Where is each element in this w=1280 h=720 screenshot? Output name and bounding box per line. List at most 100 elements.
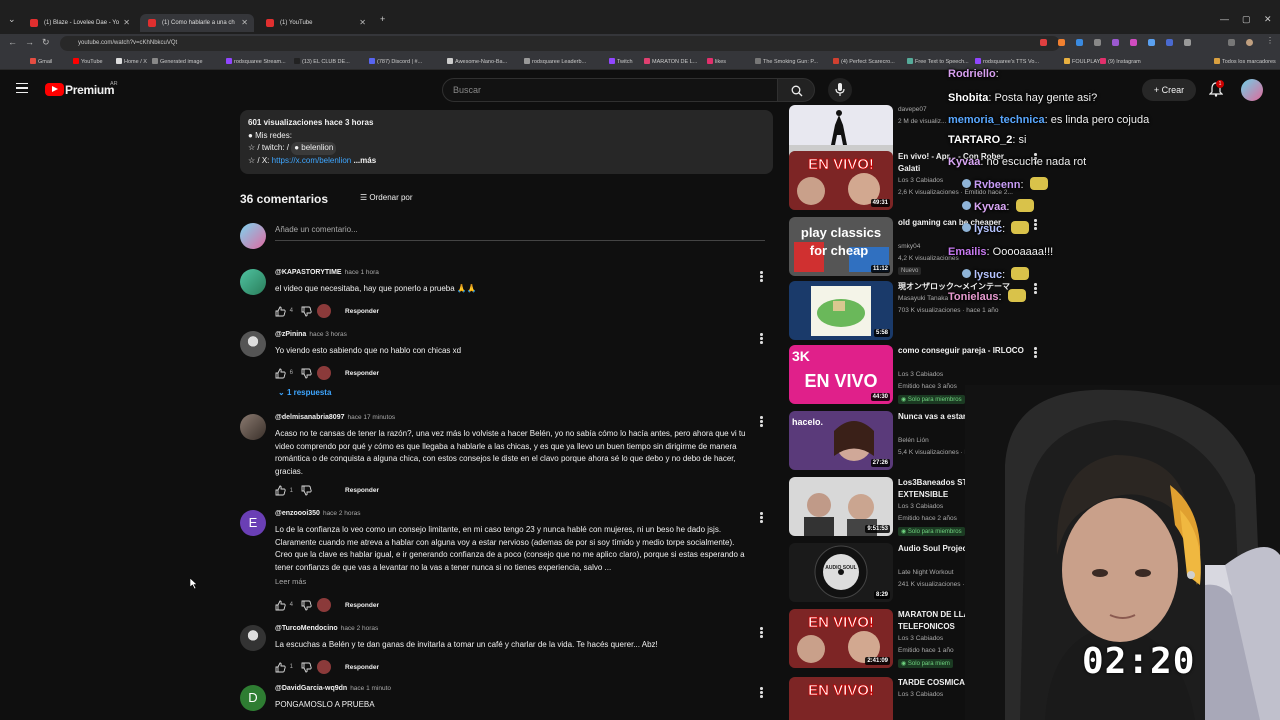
comment-author[interactable]: @enzoooi350	[275, 510, 320, 517]
bookmark-item[interactable]: likes	[707, 58, 726, 65]
bookmark-item[interactable]: Awesome-Nano-Ba...	[447, 58, 507, 65]
voice-search-button[interactable]	[828, 78, 852, 102]
comment-time[interactable]: hace 1 minuto	[350, 685, 391, 692]
bookmark-item[interactable]: rodsquaree Stream...	[226, 58, 286, 65]
show-more-link[interactable]: ...más	[353, 156, 376, 165]
comment-author[interactable]: @TurcoMendocino	[275, 625, 338, 632]
video-description[interactable]: 601 visualizaciones hace 3 horas ● Mis r…	[240, 110, 773, 174]
comment-avatar[interactable]	[240, 331, 266, 357]
maximize-icon[interactable]: ▢	[1242, 14, 1251, 25]
bookmark-item[interactable]: (787) Discord | #...	[369, 58, 422, 65]
video-thumbnail[interactable]: hacelo. 27:26	[789, 411, 893, 470]
bookmark-item[interactable]: (9) Instagram	[1100, 58, 1141, 65]
youtube-logo-icon[interactable]	[45, 83, 64, 96]
comment-time[interactable]: hace 2 horas	[341, 625, 379, 632]
bookmark-item[interactable]: (4) Perfect Scarecro...	[833, 58, 895, 65]
menu-hamburger-icon[interactable]	[16, 83, 28, 93]
comment-more-icon[interactable]	[760, 416, 763, 427]
bookmark-item[interactable]: Twitch	[609, 58, 633, 65]
new-tab-icon[interactable]: +	[380, 14, 385, 24]
sort-button[interactable]: ☰ Ordenar por	[355, 190, 418, 205]
bookmark-item[interactable]: Todos los marcadores	[1214, 58, 1276, 65]
comment-avatar[interactable]	[240, 414, 266, 440]
bookmark-item[interactable]: Generated image	[152, 58, 203, 65]
bookmark-item[interactable]: rodsquaree Leaderb...	[524, 58, 586, 65]
browser-tab-active[interactable]: (1) Como hablarle a una ch ✕	[140, 14, 254, 32]
dislike-icon[interactable]	[301, 600, 312, 611]
bookmark-item[interactable]: MARATON DE L...	[644, 58, 697, 65]
menu-icon[interactable]: ⋮	[1266, 36, 1274, 45]
back-icon[interactable]: ←	[8, 37, 17, 47]
replies-toggle[interactable]: ⌄ 1 respuesta	[278, 388, 331, 397]
comment-avatar[interactable]	[240, 625, 266, 651]
bookmark-item[interactable]: The Smoking Gun: P...	[755, 58, 818, 65]
dislike-icon[interactable]	[301, 662, 312, 673]
x-link[interactable]: https://x.com/belenlion	[272, 156, 352, 165]
video-more-icon[interactable]	[1034, 219, 1037, 231]
extension-icon[interactable]	[1148, 39, 1155, 46]
close-tab-icon[interactable]: ✕	[123, 14, 130, 32]
video-more-icon[interactable]	[1034, 283, 1037, 295]
forward-icon[interactable]: →	[25, 37, 34, 47]
comment-more-icon[interactable]	[760, 627, 763, 638]
video-thumbnail[interactable]: EN VIVO! 49:31	[789, 151, 893, 210]
close-tab-icon[interactable]: ✕	[359, 14, 366, 32]
reply-button[interactable]: Responder	[345, 308, 379, 315]
extension-icon[interactable]	[1112, 39, 1119, 46]
comment-avatar[interactable]: E	[240, 510, 266, 536]
video-thumbnail[interactable]: 9:51:53	[789, 477, 893, 536]
extension-icon[interactable]	[1040, 39, 1047, 46]
search-button[interactable]	[777, 78, 815, 102]
comment-author[interactable]: @DavidGarcia-wq9dn	[275, 685, 347, 692]
extension-icon[interactable]	[1166, 39, 1173, 46]
bookmark-item[interactable]: Free Text to Speech...	[907, 58, 969, 65]
like-icon[interactable]	[275, 485, 286, 496]
video-thumbnail[interactable]: EN VIVO!	[789, 677, 893, 720]
dislike-icon[interactable]	[301, 368, 312, 379]
reload-icon[interactable]: ↻	[42, 37, 50, 48]
reply-button[interactable]: Responder	[345, 664, 379, 671]
reply-button[interactable]: Responder	[345, 487, 379, 494]
downloads-icon[interactable]	[1228, 39, 1235, 46]
video-thumbnail[interactable]: play classics for cheap 11:12	[789, 217, 893, 276]
extension-icon[interactable]	[1184, 39, 1191, 46]
user-avatar[interactable]	[1241, 79, 1263, 101]
like-icon[interactable]	[275, 306, 286, 317]
profile-icon[interactable]	[1246, 39, 1253, 46]
extension-icon[interactable]	[1130, 39, 1137, 46]
reply-button[interactable]: Responder	[345, 370, 379, 377]
dislike-icon[interactable]	[301, 485, 312, 496]
url-field[interactable]: youtube.com/watch?v=cKhNbkcuVQt	[60, 36, 1060, 51]
video-channel[interactable]: Los 3 Cabiados	[898, 370, 1038, 380]
close-window-icon[interactable]: ✕	[1264, 14, 1272, 25]
video-thumbnail[interactable]: EN VIVO! 2:41:09	[789, 609, 893, 668]
like-icon[interactable]	[275, 600, 286, 611]
comment-author[interactable]: @delmisanabria8097	[275, 414, 344, 421]
bookmark-item[interactable]: YouTube	[73, 58, 103, 65]
comment-time[interactable]: hace 1 hora	[345, 269, 379, 276]
video-title[interactable]: como conseguir pareja - IRLOCO	[898, 345, 1028, 357]
comment-more-icon[interactable]	[760, 333, 763, 344]
read-more-link[interactable]: Leer más	[275, 577, 306, 586]
bookmark-item[interactable]: (13) EL CLUB DE...	[294, 58, 350, 65]
video-more-icon[interactable]	[1034, 347, 1037, 359]
tab-search-icon[interactable]: ⌄	[8, 14, 16, 25]
twitch-link[interactable]: ● belenlion	[291, 142, 337, 155]
minimize-icon[interactable]: —	[1220, 14, 1229, 24]
video-thumbnail[interactable]: 3K EN VIVO 44:30	[789, 345, 893, 404]
bookmark-item[interactable]: FOULPLAY	[1064, 58, 1100, 65]
browser-tab[interactable]: (1) Blaze - Lovelee Dae - Yo ✕	[22, 14, 136, 32]
bookmark-item[interactable]: Home / X	[116, 58, 147, 65]
create-button[interactable]: + Crear	[1142, 79, 1196, 101]
comment-time[interactable]: hace 3 horas	[309, 331, 347, 338]
like-icon[interactable]	[275, 662, 286, 673]
extension-icon[interactable]	[1076, 39, 1083, 46]
comment-more-icon[interactable]	[760, 687, 763, 698]
browser-tab[interactable]: (1) YouTube ✕	[258, 14, 372, 32]
bookmark-item[interactable]: rodsquaree's TTS Vo...	[975, 58, 1039, 65]
comment-author[interactable]: @zPinina	[275, 331, 306, 338]
comment-avatar[interactable]: D	[240, 685, 266, 711]
reply-button[interactable]: Responder	[345, 602, 379, 609]
search-input[interactable]: Buscar	[442, 78, 778, 102]
close-tab-icon[interactable]: ✕	[241, 14, 248, 32]
